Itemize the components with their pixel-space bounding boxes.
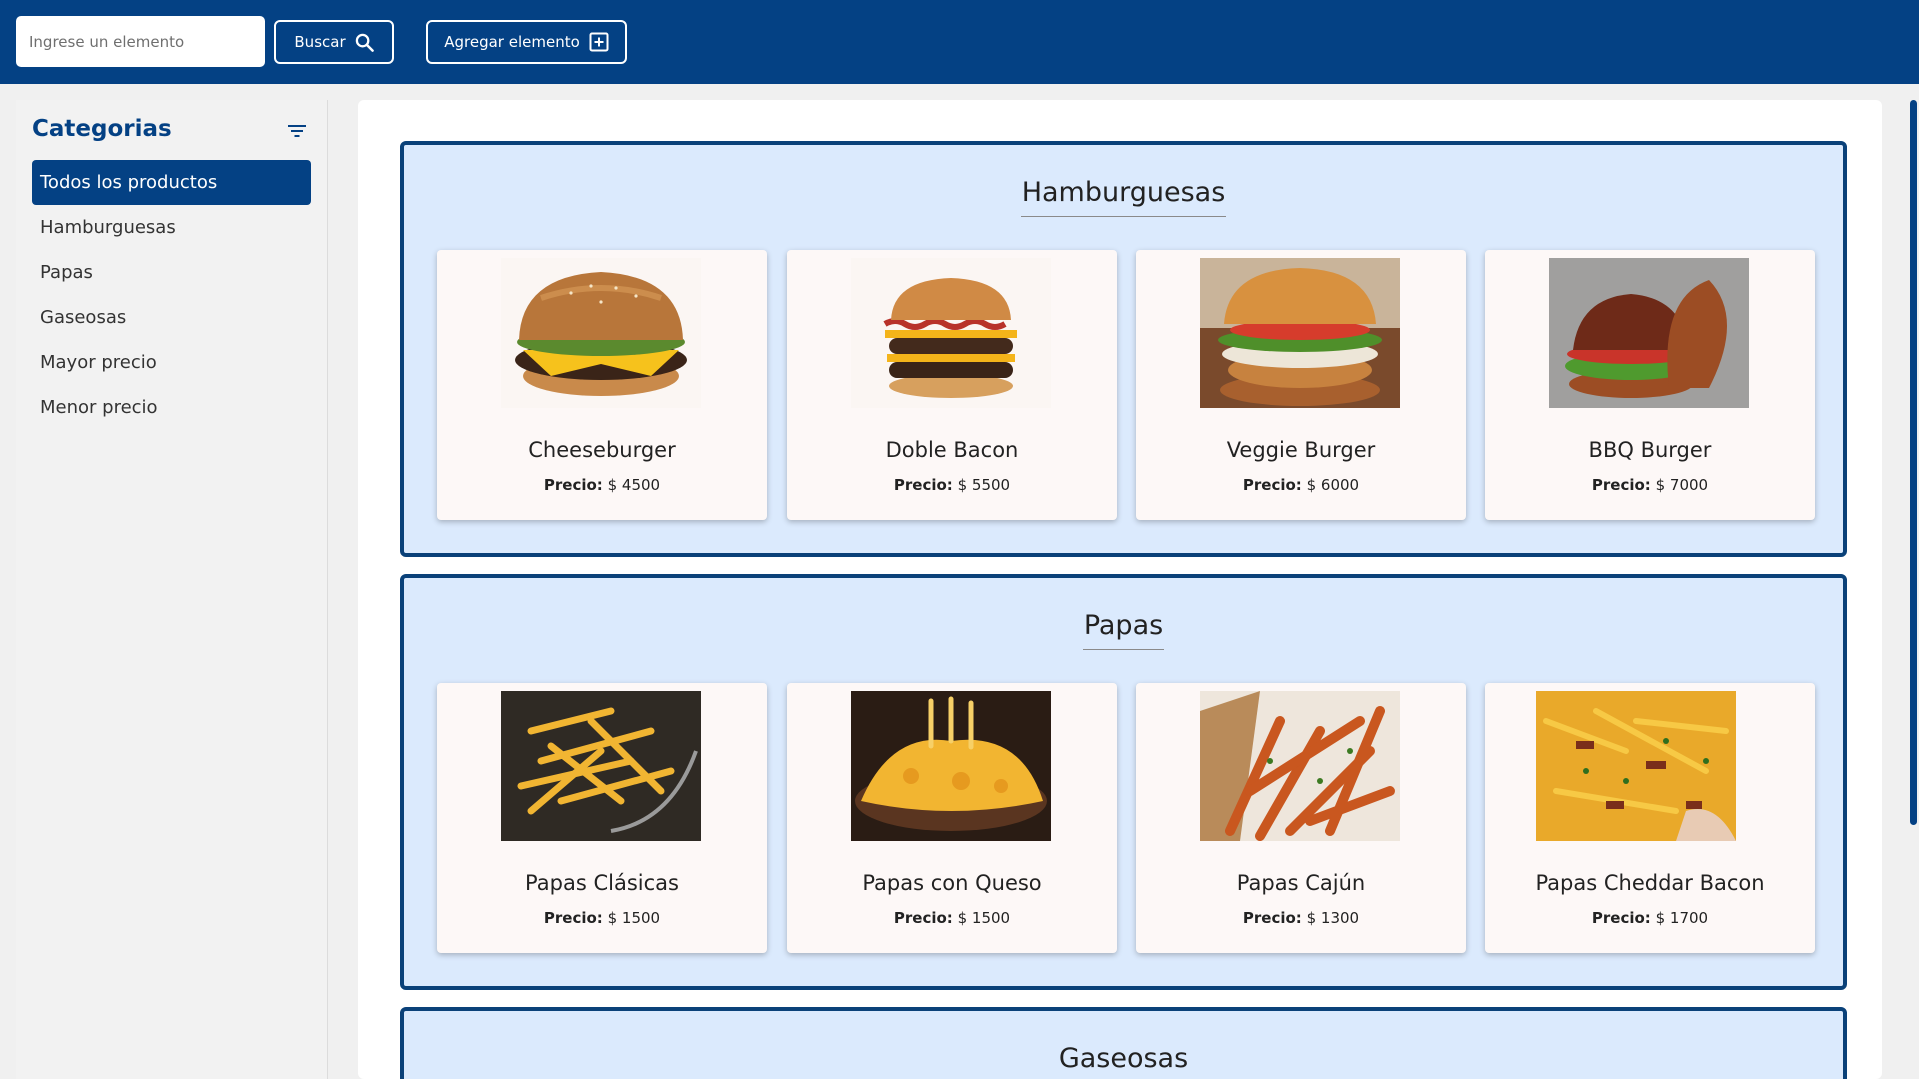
add-element-label: Agregar elemento <box>444 33 580 51</box>
veggie-burger-image <box>1200 258 1400 408</box>
sidebar-item-menor-precio[interactable]: Menor precio <box>32 385 311 430</box>
product-card[interactable]: BBQ Burger Precio: $ 7000 <box>1485 250 1815 520</box>
section-papas: Papas Papas Clásicas Precio: $ 1500 Papa… <box>400 574 1847 990</box>
search-button-label: Buscar <box>294 33 346 51</box>
top-bar: Buscar Agregar elemento <box>0 0 1919 84</box>
cheeseburger-image <box>501 258 701 408</box>
product-content: Hamburguesas Cheeseburger Precio: $ 4500 <box>358 100 1882 1079</box>
plus-square-icon <box>589 32 609 52</box>
product-price: Precio: $ 5500 <box>893 476 1011 494</box>
sidebar-item-mayor-precio[interactable]: Mayor precio <box>32 340 311 385</box>
product-name: Papas con Queso <box>862 871 1042 895</box>
double-bacon-image <box>851 258 1051 408</box>
product-card[interactable]: Papas con Queso Precio: $ 1500 <box>787 683 1117 953</box>
scrollbar-thumb[interactable] <box>1910 100 1917 825</box>
product-name: BBQ Burger <box>1588 438 1712 462</box>
product-name: Papas Clásicas <box>525 871 679 895</box>
sidebar-item-papas[interactable]: Papas <box>32 250 311 295</box>
product-card[interactable]: Veggie Burger Precio: $ 6000 <box>1136 250 1466 520</box>
sidebar-item-hamburguesas[interactable]: Hamburguesas <box>32 205 311 250</box>
product-name: Cheeseburger <box>528 438 676 462</box>
section-title: Papas <box>1082 610 1165 650</box>
product-name: Veggie Burger <box>1226 438 1376 462</box>
section-title: Gaseosas <box>1058 1043 1189 1074</box>
product-card[interactable]: Papas Cajún Precio: $ 1300 <box>1136 683 1466 953</box>
product-price: Precio: $ 6000 <box>1242 476 1360 494</box>
cheese-fries-image <box>851 691 1051 841</box>
sidebar-item-gaseosas[interactable]: Gaseosas <box>32 295 311 340</box>
product-grid: Papas Clásicas Precio: $ 1500 Papas con … <box>437 683 1817 953</box>
section-hamburguesas: Hamburguesas Cheeseburger Precio: $ 4500 <box>400 141 1847 557</box>
add-element-button[interactable]: Agregar elemento <box>426 20 627 64</box>
product-price: Precio: $ 4500 <box>543 476 661 494</box>
section-title: Hamburguesas <box>1020 177 1227 217</box>
product-name: Papas Cheddar Bacon <box>1535 871 1765 895</box>
cajun-fries-image <box>1200 691 1400 841</box>
product-price: Precio: $ 1500 <box>893 909 1011 927</box>
product-price: Precio: $ 1700 <box>1591 909 1709 927</box>
filter-icon[interactable] <box>288 124 306 138</box>
cheddar-bacon-fries-image <box>1536 691 1736 841</box>
search-icon <box>355 33 374 52</box>
sidebar-item-all-products[interactable]: Todos los productos <box>32 160 311 205</box>
category-list: Todos los productos Hamburguesas Papas G… <box>32 160 311 430</box>
product-card[interactable]: Doble Bacon Precio: $ 5500 <box>787 250 1117 520</box>
bbq-burger-image <box>1549 258 1749 408</box>
product-price: Precio: $ 1300 <box>1242 909 1360 927</box>
product-price: Precio: $ 1500 <box>543 909 661 927</box>
search-button[interactable]: Buscar <box>274 20 394 64</box>
section-gaseosas: Gaseosas <box>400 1007 1847 1079</box>
search-input[interactable] <box>16 16 265 67</box>
product-price: Precio: $ 7000 <box>1591 476 1709 494</box>
product-card[interactable]: Cheeseburger Precio: $ 4500 <box>437 250 767 520</box>
product-card[interactable]: Papas Clásicas Precio: $ 1500 <box>437 683 767 953</box>
classic-fries-image <box>501 691 701 841</box>
product-grid: Cheeseburger Precio: $ 4500 Doble Bacon … <box>437 250 1817 520</box>
categories-title: Categorias <box>32 116 172 142</box>
product-card[interactable]: Papas Cheddar Bacon Precio: $ 1700 <box>1485 683 1815 953</box>
product-name: Papas Cajún <box>1236 871 1366 895</box>
product-name: Doble Bacon <box>885 438 1019 462</box>
categories-sidebar: Categorias Todos los productos Hamburgue… <box>16 100 328 1079</box>
